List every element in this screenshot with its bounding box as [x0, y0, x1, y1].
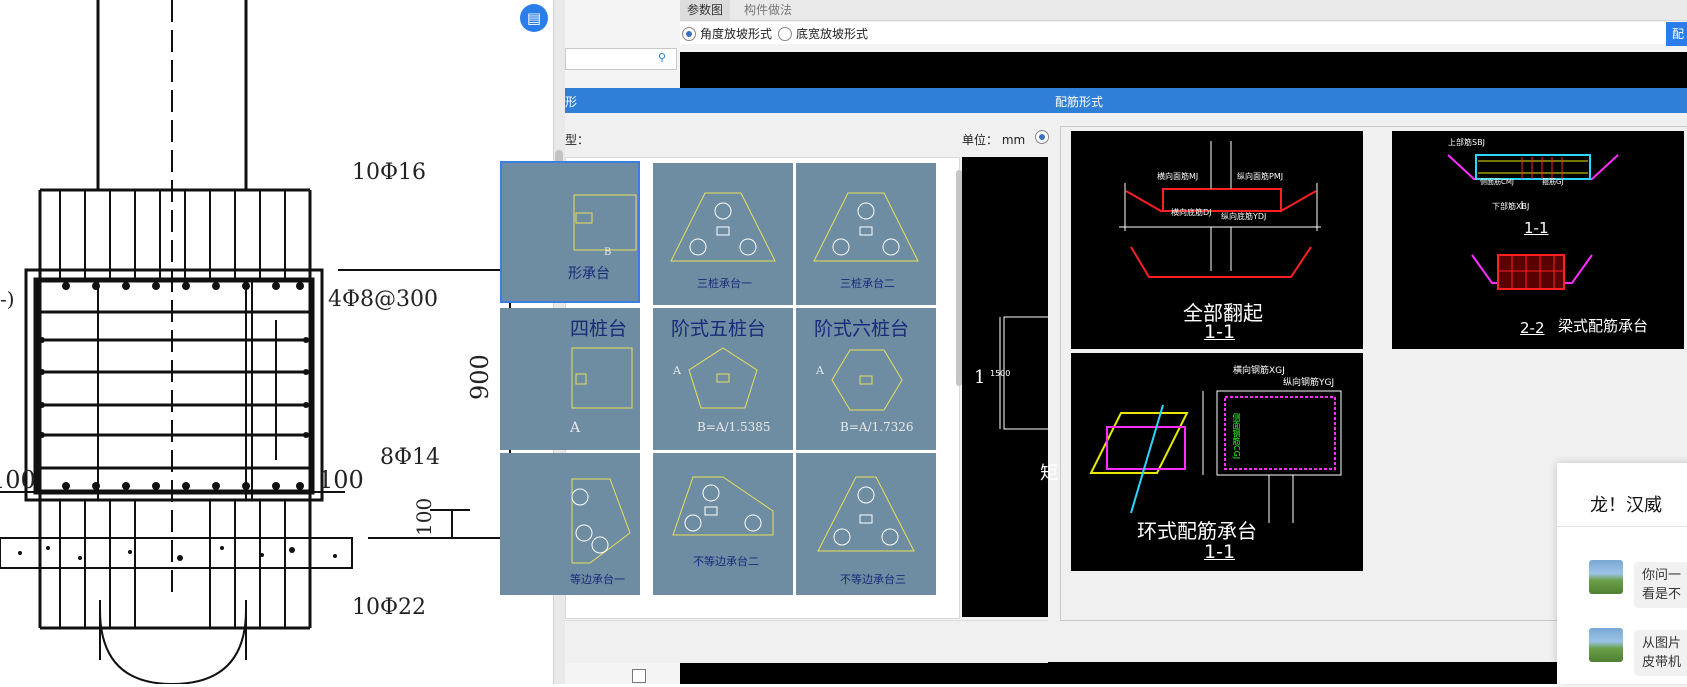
full-bent-section: 1-1 [1204, 321, 1236, 343]
shape-preview-number: 1 [974, 367, 986, 388]
thumb-rect-cap-label: 形承台 [568, 266, 610, 282]
shape-preview: 1 1500 矩 [962, 157, 1065, 617]
beam-caption: 梁式配筋承台 [1558, 317, 1649, 335]
cad-drawing-canvas[interactable]: 10Φ16 4Φ8@300 8Φ14 10Φ22 900 100 100 100… [0, 0, 553, 686]
avatar[interactable] [1589, 628, 1623, 662]
unit-mm-radio[interactable] [1035, 130, 1049, 144]
rebar-label-top: 10Φ16 [352, 160, 427, 185]
thumb-unequal-cap-2-svg [672, 476, 774, 536]
parameter-tabs [680, 0, 1687, 21]
beam-section-2: 2-2 [1520, 319, 1545, 337]
option-checkbox[interactable] [632, 669, 646, 683]
ring-caption: 环式配筋承台 [1137, 519, 1257, 543]
label-longitudinal-ring-bar: 纵向钢筋YGJ [1283, 378, 1335, 388]
rebar-label-mid: 8Φ14 [380, 445, 441, 470]
dialog-footer [565, 620, 1048, 663]
chat-message-2: 从图片 皮带机 [1634, 630, 1687, 676]
slope-form-options: 角度放坡形式 底宽放坡形式 [680, 22, 1687, 44]
cap-shape-gallery: B 形承台 三桩承台一 三桩承台二 四桩台 A 阶式五桩台 A B=A/1.53… [500, 157, 960, 619]
thumb-unequal-cap-3[interactable]: 不等边承台三 [796, 453, 936, 595]
document-icon: ▤ [526, 9, 542, 27]
beam-section-1: 1-1 [1524, 219, 1549, 237]
dialog-title: 配筋形式 [1055, 95, 1104, 109]
radio-width-slope-label: 底宽放坡形式 [796, 27, 869, 41]
thumb-stepped-five-pile-cap[interactable]: 阶式五桩台 A B=A/1.5385 [653, 308, 793, 450]
thumb-stepped-five-pile-cap-formula: B=A/1.5385 [697, 420, 771, 434]
tab-parameter-diagram[interactable]: 参数图 [680, 0, 731, 20]
ring-section: 1-1 [1204, 541, 1236, 563]
type-label: 型： [565, 133, 590, 147]
thumb-stepped-six-pile-cap-side: A [816, 364, 824, 377]
parameter-preview-canvas-bottom [680, 662, 1687, 684]
unit-label: 单位： mm [962, 133, 1026, 147]
thumb-three-pile-cap-1-label: 三桩承台一 [697, 277, 752, 290]
dialog-titlebar[interactable]: 形 配筋形式 [565, 88, 1687, 113]
label-longitudinal-top-bar: 纵向面筋PMJ [1237, 172, 1284, 181]
shape-preview-char: 矩 [1040, 463, 1058, 484]
label-top-bar: 上部筋SBJ [1448, 138, 1485, 147]
thumb-four-pile-cap-title: 四桩台 [570, 318, 628, 340]
thumb-stepped-five-pile-cap-title: 阶式五桩台 [671, 318, 767, 340]
avatar[interactable] [1589, 560, 1623, 594]
radio-angle-slope[interactable] [682, 27, 696, 41]
dimension-100-vertical: 100 [412, 497, 436, 536]
thumb-rect-cap[interactable]: B 形承台 [500, 161, 640, 303]
thumb-four-pile-cap-a: A [570, 420, 581, 436]
chat-divider [1557, 526, 1687, 527]
dimension-900: 900 [466, 354, 494, 400]
configure-button[interactable]: 配 [1666, 22, 1687, 46]
thumb-unequal-cap-1-label: 等边承台一 [570, 573, 625, 586]
floating-tool-button[interactable]: ▤ [520, 4, 548, 32]
dimension-100-left: 100 [0, 466, 36, 494]
thumb-three-pile-cap-2[interactable]: 三桩承台二 [796, 163, 936, 305]
chat-message-1: 你问一 看是不 [1634, 562, 1687, 608]
thumb-four-pile-cap[interactable]: 四桩台 A [500, 308, 640, 450]
thumb-stepped-six-pile-cap-formula: B=A/1.7326 [840, 420, 914, 434]
rebar-option-full-bent[interactable]: 横向面筋MJ 纵向面筋PMJ 横向底筋DJ 纵向底筋YDJ 全部翻起 1-1 [1071, 131, 1363, 349]
paren-label: -) [0, 287, 15, 311]
label-longitudinal-bottom-bar: 纵向底筋YDJ [1221, 212, 1267, 221]
shape-preview-dim: 1500 [990, 369, 1011, 378]
thumb-unequal-cap-3-label: 不等边承台三 [840, 573, 906, 586]
label-bottom-bar: 下部筋XBJ [1492, 202, 1530, 211]
cad-drawing-svg [0, 0, 541, 686]
thumb-rect-cap-b: B [604, 247, 612, 258]
thumb-unequal-cap-2[interactable]: 不等边承台二 [653, 453, 793, 595]
radio-width-slope[interactable] [778, 27, 792, 41]
thumb-stepped-six-pile-cap-title: 阶式六桩台 [814, 318, 910, 340]
rebar-label-bottom: 10Φ22 [352, 595, 427, 620]
chat-title: 龙！汉威 [1590, 495, 1662, 516]
stirrup-label: 4Φ8@300 [328, 287, 439, 312]
label-side-bar: 侧面筋CMJ [1480, 178, 1514, 186]
rebar-option-ring[interactable]: 横向钢筋XGJ 纵向钢筋YGJ 侧面钢筋CGJ 环式配筋承台 1-1 [1071, 353, 1363, 571]
radio-angle-slope-label: 角度放坡形式 [700, 27, 773, 41]
search-icon[interactable]: ⚲ [658, 51, 672, 65]
tab-component-method[interactable]: 构件做法 [737, 0, 799, 20]
thumb-unequal-cap-1[interactable]: 等边承台一 [500, 453, 640, 595]
parameter-preview-canvas [680, 52, 1687, 88]
thumb-unequal-cap-2-label: 不等边承台二 [693, 555, 759, 568]
label-transverse-ring-bar: 横向钢筋XGJ [1233, 366, 1285, 376]
thumb-three-pile-cap-2-label: 三桩承台二 [840, 277, 895, 290]
dialog-title-fragment: 形 [565, 95, 578, 109]
label-transverse-bottom-bar: 横向底筋DJ [1171, 208, 1212, 217]
label-side-ring-bar: 侧面钢筋CGJ [1232, 413, 1241, 460]
rebar-option-beam[interactable]: 上部筋SBJ 下部筋XBJ 侧面筋CMJ 箍筋GJ 1-1 2-2 梁式配筋承台 [1392, 131, 1684, 349]
label-transverse-top-bar: 横向面筋MJ [1157, 172, 1199, 181]
thumb-stepped-six-pile-cap[interactable]: 阶式六桩台 A B=A/1.7326 [796, 308, 936, 450]
label-stirrup: 箍筋GJ [1542, 178, 1564, 186]
thumb-three-pile-cap-1[interactable]: 三桩承台一 [653, 163, 793, 305]
dimension-100-right: 100 [318, 466, 364, 494]
thumb-stepped-five-pile-cap-side: A [673, 364, 681, 377]
